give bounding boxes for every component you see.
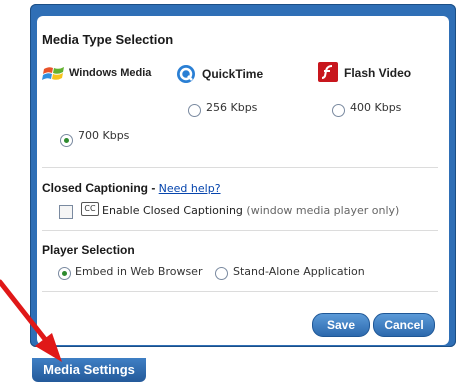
- label-700-kbps: 700 Kbps: [78, 129, 130, 142]
- enable-cc-note: (window media player only): [242, 204, 400, 217]
- section-divider: [42, 291, 438, 292]
- section-divider: [42, 167, 438, 168]
- flash-video-label: Flash Video: [344, 66, 412, 80]
- label-256-kbps: 256 Kbps: [206, 101, 258, 114]
- player-selection-heading: Player Selection: [42, 243, 135, 257]
- quicktime-logo-icon: [177, 65, 195, 83]
- cancel-button[interactable]: Cancel: [373, 313, 435, 337]
- quicktime-label: QuickTime: [202, 67, 264, 81]
- radio-256-kbps[interactable]: [188, 104, 201, 117]
- closed-caption-icon: CC: [81, 202, 99, 216]
- flash-logo-icon: [318, 62, 338, 82]
- closed-captioning-row: Closed Captioning - Need help?: [42, 181, 221, 195]
- windows-media-logo-icon: [42, 67, 64, 80]
- need-help-link[interactable]: Need help?: [159, 182, 221, 195]
- label-400-kbps: 400 Kbps: [350, 101, 402, 114]
- save-button[interactable]: Save: [312, 313, 370, 337]
- closed-captioning-separator: -: [148, 181, 159, 195]
- radio-400-kbps[interactable]: [332, 104, 345, 117]
- closed-captioning-heading: Closed Captioning: [42, 181, 148, 195]
- radio-embed-in-browser[interactable]: [58, 267, 71, 280]
- enable-cc-label-row: Enable Closed Captioning (window media p…: [102, 204, 399, 217]
- label-embed-in-browser: Embed in Web Browser: [75, 265, 203, 278]
- radio-700-kbps[interactable]: [60, 134, 73, 147]
- media-settings-tab[interactable]: Media Settings: [32, 358, 146, 382]
- windows-media-label: Windows Media: [69, 67, 152, 79]
- media-type-heading: Media Type Selection: [42, 32, 174, 47]
- label-stand-alone: Stand-Alone Application: [233, 265, 365, 278]
- radio-stand-alone[interactable]: [215, 267, 228, 280]
- enable-cc-checkbox[interactable]: [59, 205, 73, 219]
- enable-cc-label: Enable Closed Captioning: [102, 204, 243, 217]
- section-divider: [42, 230, 438, 231]
